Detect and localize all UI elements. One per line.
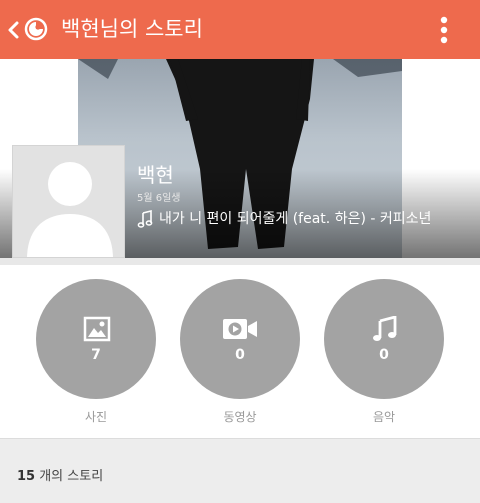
story-count-suffix: 개의 스토리 bbox=[35, 469, 104, 484]
stat-photos[interactable]: 7 사진 bbox=[36, 279, 156, 425]
stat-music-label: 음악 bbox=[372, 410, 396, 424]
profile-music[interactable]: 내가 니 편이 되어줄게 (feat. 하은) - 커피소년 bbox=[137, 209, 431, 229]
stat-photos-count: 7 bbox=[91, 347, 101, 363]
story-count-bar: 15 개의 스토리 bbox=[0, 439, 480, 503]
profile-name: 백현 bbox=[137, 163, 174, 187]
story-count: 15 개의 스토리 bbox=[17, 468, 103, 486]
music-icon bbox=[373, 316, 397, 341]
stats-panel: 7 사진 0 동영상 0 음악 bbox=[0, 258, 480, 438]
profile-birthday: 5월 6일생 bbox=[137, 193, 181, 204]
more-vertical-icon[interactable] bbox=[432, 14, 456, 46]
avatar[interactable] bbox=[12, 145, 125, 258]
story-count-number: 15 bbox=[17, 469, 36, 484]
video-icon bbox=[223, 319, 257, 339]
stat-music[interactable]: 0 음악 bbox=[324, 279, 444, 425]
story-logo-icon[interactable] bbox=[24, 17, 48, 41]
stat-videos[interactable]: 0 동영상 bbox=[180, 279, 300, 425]
page-title: 백현님의 스토리 bbox=[61, 17, 203, 41]
stat-videos-circle[interactable]: 0 bbox=[180, 279, 300, 399]
stat-photos-label: 사진 bbox=[84, 410, 108, 424]
stat-photos-circle[interactable]: 7 bbox=[36, 279, 156, 399]
app-bar: 백현님의 스토리 bbox=[0, 0, 480, 59]
stat-videos-count: 0 bbox=[235, 347, 245, 363]
stat-music-circle[interactable]: 0 bbox=[324, 279, 444, 399]
photo-icon bbox=[83, 316, 111, 342]
profile-header: 백현 5월 6일생 내가 니 편이 되어줄게 (feat. 하은) - 커피소년 bbox=[0, 59, 480, 258]
stat-music-count: 0 bbox=[379, 347, 389, 363]
profile-song-text: 내가 니 편이 되어줄게 (feat. 하은) - 커피소년 bbox=[159, 211, 432, 227]
avatar-placeholder-icon bbox=[27, 162, 113, 257]
stat-videos-label: 동영상 bbox=[223, 410, 257, 424]
chevron-left-icon[interactable] bbox=[5, 17, 21, 43]
music-note-icon bbox=[137, 210, 153, 228]
